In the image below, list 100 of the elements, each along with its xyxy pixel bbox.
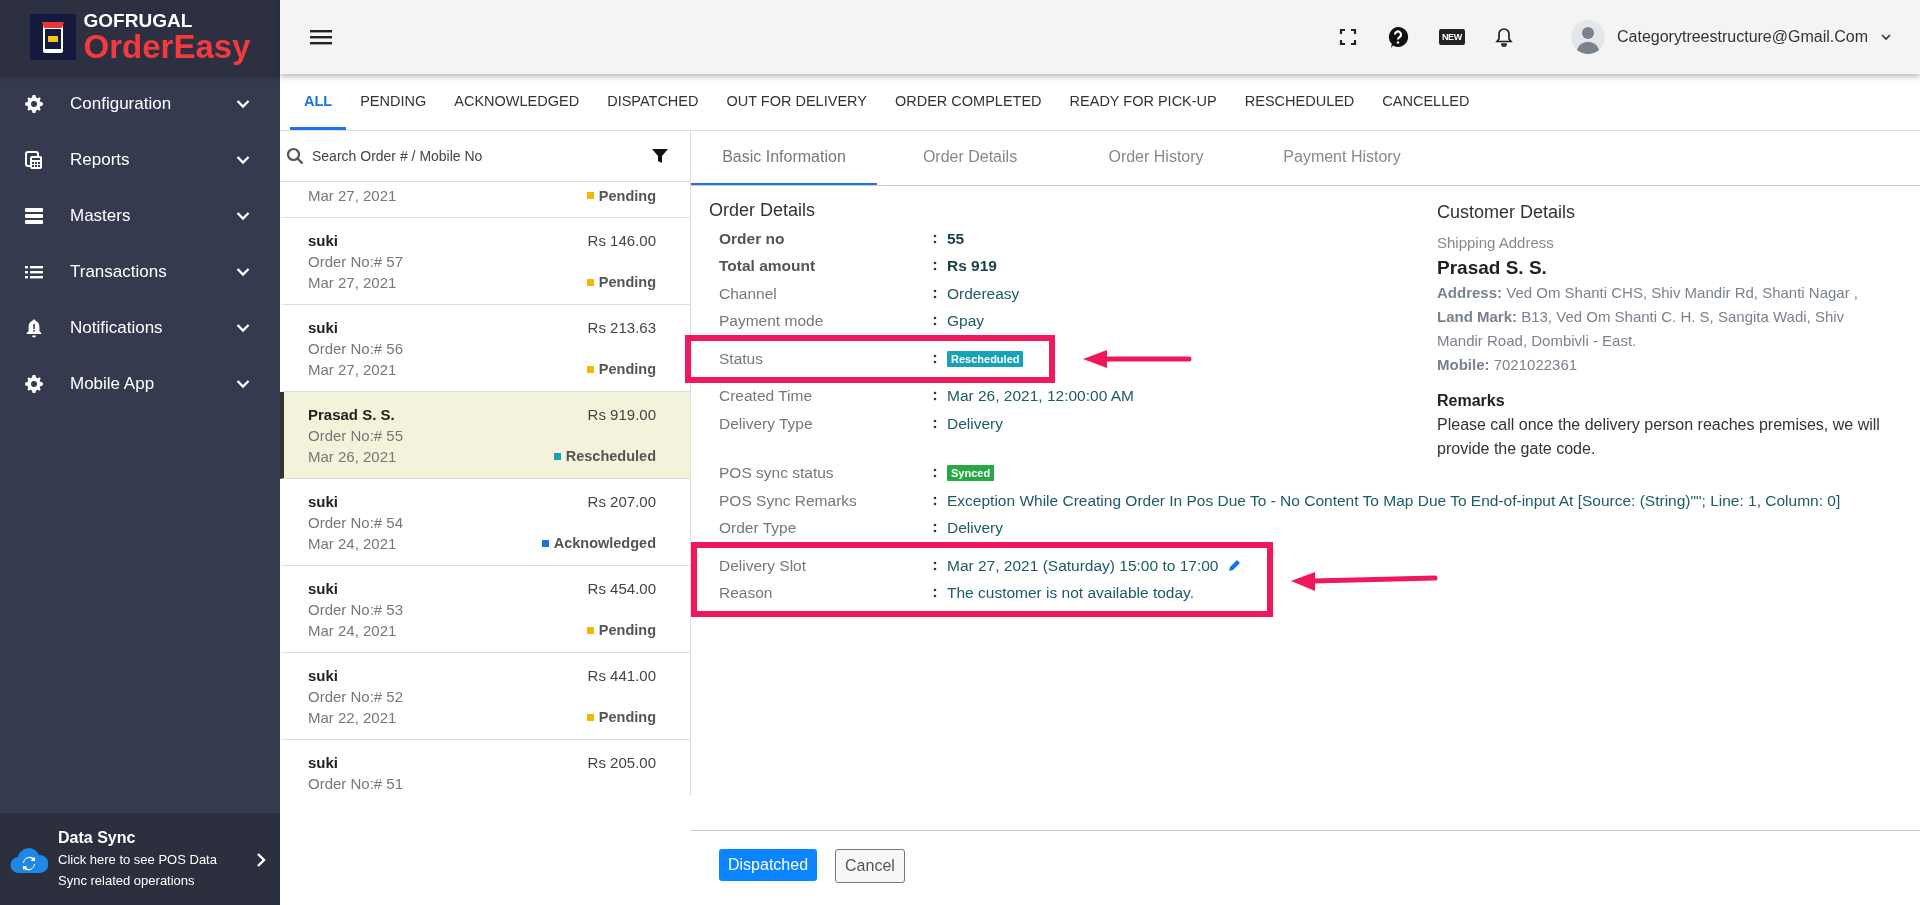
sidebar-item[interactable]: Reports [0, 132, 280, 188]
customer-name: suki [308, 492, 339, 510]
order-number: Order No:# 57 [308, 252, 405, 270]
chevron-down-icon [1880, 33, 1892, 41]
detail-tab[interactable]: Basic Information [691, 131, 877, 185]
dispatched-button[interactable]: Dispatched [719, 849, 818, 881]
chevron-down-icon [236, 99, 250, 109]
sidebar-item[interactable]: Transactions [0, 244, 280, 300]
field-value: Gpay [947, 312, 986, 331]
field-label: POS Sync Remarks [719, 491, 858, 510]
customer-name: suki [308, 754, 339, 771]
notifications-button[interactable] [1495, 27, 1513, 47]
data-sync-title: Data Sync [58, 828, 137, 847]
chevron-down-icon [236, 211, 250, 221]
brand-name: OrderEasy [83, 30, 251, 63]
colon-icon [933, 316, 937, 327]
search-field[interactable]: Search Order # / Mobile No [312, 148, 644, 164]
order-number: Order No:# 52 [308, 687, 405, 705]
sidebar-item[interactable]: Masters [0, 188, 280, 244]
shipping-address-label: Shipping Address [1437, 233, 1554, 253]
customer-name: suki [308, 579, 339, 597]
status-tab[interactable]: ORDER COMPLETED [880, 74, 1056, 130]
status-tab[interactable]: OUT FOR DELIVERY [712, 74, 881, 130]
order-number: Order No:# 53 [308, 600, 405, 618]
order-amount: Rs 213.63 [586, 318, 656, 336]
sidebar-item[interactable]: Notifications [0, 300, 280, 356]
data-sync-description: Click here to see POS Data Sync related operations [58, 850, 218, 890]
status-tab[interactable]: DISPATCHED [593, 74, 713, 130]
order-list-item[interactable]: suki Rs 146.00 Order No:# 57 Mar 27, 2021 Pending [280, 218, 690, 305]
fullscreen-icon [1338, 28, 1357, 46]
status-tab[interactable]: CANCELLED [1368, 74, 1484, 130]
field-label: Delivery Slot [719, 556, 807, 575]
sidebar-item[interactable]: Mobile App [0, 356, 280, 412]
detail-tab[interactable]: Order Details [877, 131, 1063, 185]
data-sync-panel[interactable]: Data Sync Click here to see POS Data Sync related operations [0, 813, 280, 905]
status-tab[interactable]: READY FOR PICK-UP [1055, 74, 1231, 130]
new-badge[interactable]: NEW [1438, 29, 1465, 45]
field-value: Rs 919 [947, 257, 998, 276]
order-list-item[interactable]: suki Rs 441.00 Order No:# 52 Mar 22, 2021 Pending [280, 653, 690, 740]
order-list-item[interactable]: suki Rs 205.00 Order No:# 51 [280, 740, 690, 796]
help-icon [1386, 26, 1409, 48]
status-tab[interactable]: ACKNOWLEDGED [440, 74, 594, 130]
order-list-item[interactable]: Prasad S. S. Rs 919.00 Order No:# 55 Mar 26, 2021 Rescheduled [280, 392, 690, 479]
server-icon [24, 206, 44, 226]
help-button[interactable] [1386, 26, 1409, 48]
field-label: Reason [719, 584, 774, 603]
order-list-item[interactable]: suki Rs 207.00 Order No:# 54 Mar 24, 2021 Acknowledged [280, 479, 690, 566]
menu-icon [310, 28, 332, 46]
colon-icon [933, 468, 937, 479]
field-value: Delivery [947, 414, 1004, 433]
order-list-item[interactable]: Mar 27, 2021 Pending [280, 182, 690, 218]
detail-tab[interactable]: Payment History [1249, 131, 1435, 185]
colon-icon [933, 523, 937, 534]
customer-name: suki [308, 666, 339, 684]
filter-icon[interactable] [652, 148, 668, 164]
chevron-right-icon [256, 851, 266, 868]
order-date: Mar 27, 2021 [308, 360, 398, 378]
detail-tab[interactable]: Order History [1063, 131, 1249, 185]
field-value: Mar 26, 2021, 12:00:00 AM [947, 387, 1135, 406]
order-date: Mar 26, 2021 [308, 447, 398, 465]
pencil-icon [1228, 559, 1242, 573]
bell-icon [24, 318, 44, 338]
field-label: Created Time [719, 387, 814, 406]
order-amount: Rs 207.00 [586, 492, 656, 510]
fullscreen-button[interactable] [1338, 28, 1357, 46]
status-badge: Rescheduled [947, 350, 1024, 367]
user-menu[interactable]: Categorytreestructure@Gmail.Com [1571, 20, 1892, 54]
menu-button[interactable] [310, 28, 332, 46]
chevron-down-icon [236, 323, 250, 333]
order-amount: Rs 919.00 [586, 405, 656, 423]
order-list-item[interactable]: suki Rs 454.00 Order No:# 53 Mar 24, 2021 Pending [280, 566, 690, 653]
chevron-down-icon [236, 267, 250, 277]
status-badge: Synced [947, 465, 995, 482]
order-date: Mar 24, 2021 [308, 621, 398, 639]
field-label: Delivery Type [719, 414, 814, 433]
avatar-icon [1571, 20, 1605, 54]
colon-icon [933, 495, 937, 506]
colon-icon [933, 391, 937, 402]
order-amount: Rs 454.00 [586, 579, 656, 597]
order-number: Order No:# 51 [308, 775, 405, 792]
cancel-button[interactable]: Cancel [835, 849, 905, 883]
field-label: Total amount [719, 257, 817, 276]
order-number: Order No:# 56 [308, 339, 405, 357]
gear-icon [24, 374, 44, 394]
remarks-heading: Remarks [1437, 391, 1505, 411]
field-label: Payment mode [719, 312, 825, 331]
field-label: Status [719, 349, 764, 368]
order-number: Order No:# 55 [308, 426, 405, 444]
order-status: Pending [598, 709, 656, 725]
order-amount: Rs 205.00 [587, 754, 656, 771]
address-line: Land Mark: B13, Ved Om Shanti C. H. S, Sangita Wadi, Shiv Mandir Road, Dombivli - East. [1437, 307, 1846, 351]
bell-icon [1495, 27, 1513, 47]
field-label: Order Type [719, 519, 798, 538]
edit-button[interactable] [1228, 559, 1242, 573]
status-tab[interactable]: PENDING [346, 74, 441, 130]
field-value: Mar 27, 2021 (Saturday) 15:00 to 17:00 [947, 556, 1219, 575]
sidebar-item[interactable]: Configuration [0, 76, 280, 132]
field-value: Delivery [947, 519, 1004, 538]
field-value: The customer is not available today. [947, 584, 1195, 603]
status-tab[interactable]: RESCHEDULED [1230, 74, 1369, 130]
